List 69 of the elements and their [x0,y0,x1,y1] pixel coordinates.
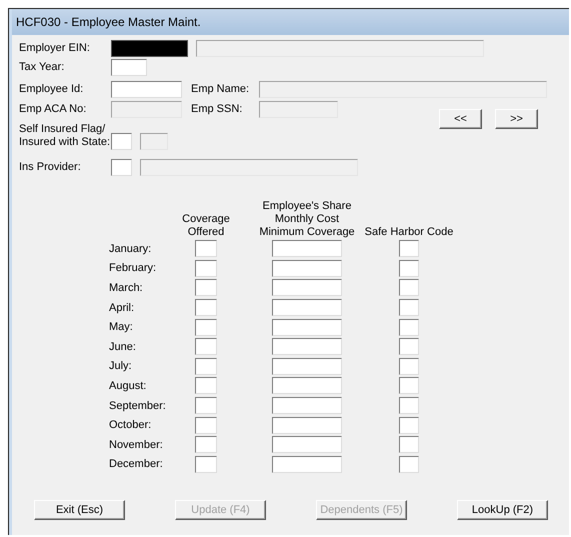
month-label: January: [109,242,152,255]
field-label: Self Insured Flag/ Insured with State: [19,123,111,149]
month-label: September: [109,400,167,412]
self-insured-field[interactable] [111,133,132,150]
window-title: HCF030 - Employee Master Maint. [16,15,201,29]
safe-harbor-field[interactable] [399,318,419,336]
field-label: Emp Name: [191,83,250,95]
month-label: August: [109,380,148,392]
coverage-field[interactable] [195,416,217,434]
share-cost-field[interactable] [272,416,342,434]
safe-harbor-field[interactable] [399,397,419,414]
column-header: Safe Harbor Code [364,226,454,239]
coverage-field[interactable] [195,358,217,375]
provider-code-field[interactable] [111,158,132,176]
share-cost-field[interactable] [272,377,342,394]
coverage-field[interactable] [195,436,217,454]
safe-harbor-field[interactable] [399,338,419,356]
safe-harbor-field[interactable] [399,377,419,394]
share-cost-field[interactable] [272,279,342,296]
nav-button[interactable]: >> [495,109,538,129]
month-label: May: [109,321,134,334]
share-cost-field[interactable] [272,318,342,336]
share-cost-field[interactable] [272,397,342,414]
safe-harbor-field[interactable] [399,358,419,375]
month-label: March: [109,282,144,294]
month-label: December: [109,458,164,470]
action-button[interactable]: Exit (Esc) [34,500,125,520]
column-header: Employee's Share Monthly Cost Minimum Coverage [258,200,356,239]
month-label: June: [109,340,137,353]
ein-field[interactable] [111,40,188,56]
coverage-field[interactable] [195,377,217,394]
field-label: Emp ACA No: [19,103,88,115]
month-label: July: [109,360,133,372]
month-label: February: [109,262,158,274]
share-cost-field[interactable] [272,436,342,454]
coverage-field[interactable] [195,456,217,473]
coverage-field[interactable] [195,279,217,296]
field-label: Employee Id: [19,83,84,95]
nav-button[interactable]: << [439,109,482,129]
share-cost-field[interactable] [272,358,342,375]
coverage-field[interactable] [195,240,217,258]
month-label: April: [109,302,136,314]
month-label: October: [109,419,152,432]
coverage-field[interactable] [195,338,217,356]
share-cost-field[interactable] [272,260,342,277]
coverage-field[interactable] [195,318,217,336]
month-label: November: [109,438,164,451]
action-button[interactable]: LookUp (F2) [457,500,548,520]
share-cost-field[interactable] [272,456,342,473]
share-cost-field[interactable] [272,240,342,258]
field-label: Tax Year: [19,61,66,73]
safe-harbor-field[interactable] [399,299,419,316]
safe-harbor-field[interactable] [399,240,419,258]
coverage-field[interactable] [195,260,217,277]
tax-year-field[interactable] [111,58,147,76]
safe-harbor-field[interactable] [399,456,419,473]
field-label: Ins Provider: [19,161,82,173]
safe-harbor-field[interactable] [399,279,419,296]
coverage-field[interactable] [195,299,217,316]
field-label: Emp SSN: [191,103,244,115]
field-label: Employer EIN: [19,42,91,54]
safe-harbor-field[interactable] [399,260,419,277]
employee-id-field[interactable] [111,80,182,98]
coverage-field[interactable] [195,397,217,414]
share-cost-field[interactable] [272,299,342,316]
safe-harbor-field[interactable] [399,416,419,434]
safe-harbor-field[interactable] [399,436,419,454]
share-cost-field[interactable] [272,338,342,356]
column-header: Coverage Offered [181,213,231,239]
